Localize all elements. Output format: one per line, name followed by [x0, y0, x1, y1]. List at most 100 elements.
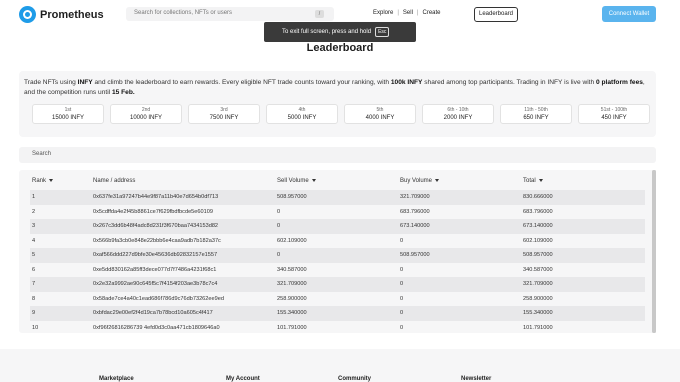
cell-buy-volume: 673.140000 [400, 223, 430, 229]
page-title: Leaderboard [306, 42, 374, 54]
table-row[interactable]: 5 0xaf566ddd227d9bfe30e45636db92832157e15… [30, 248, 645, 263]
col-sell-header[interactable]: Sell Volume [277, 178, 316, 184]
table-body: 1 0x637fe31a97247b44e9f87a11b40e7d654b0df… [30, 190, 645, 333]
cell-total: 101.791000 [523, 324, 553, 331]
cell-buy-volume: 683.796000 [400, 208, 430, 215]
cell-buy-volume: 0 [400, 310, 404, 316]
cell-rank: 5 [32, 252, 36, 258]
table-row[interactable]: 2 0x5cdffda4e2f45b8861ce7f629fbdfbcde5e60… [30, 205, 645, 220]
search-shortcut-key: / [315, 10, 324, 18]
connect-wallet-button[interactable]: Connect Wallet [602, 6, 656, 22]
col-rank-header[interactable]: Rank [32, 178, 54, 184]
prize-tier: 1st 15000 INFY [32, 104, 104, 124]
footer: Marketplace My Account Community Newslet… [0, 349, 680, 382]
col-total-header[interactable]: Total [523, 178, 543, 184]
footer-my-account[interactable]: My Account [226, 376, 260, 382]
cell-address: 0xbfdac29e00ef2f4d19ca7b78bcd10a605c4f41… [93, 310, 213, 316]
cell-buy-volume: 0 [400, 324, 404, 331]
cell-total: 340.587000 [523, 266, 553, 273]
prize-tier: 4th 5000 INFY [266, 104, 338, 124]
table-scrollbar[interactable] [652, 170, 656, 333]
leaderboard-table: Rank Name / address Sell Volume Buy Volu… [19, 170, 656, 333]
table-row[interactable]: 1 0x637fe31a97247b44e9f87a11b40e7d654b0df… [30, 190, 645, 205]
cell-buy-volume: 0 [400, 237, 404, 244]
sort-caret-icon [311, 178, 316, 182]
cell-rank: 6 [32, 266, 36, 273]
leaderboard-button[interactable]: Leaderboard [474, 7, 518, 22]
cell-total: 321.709000 [523, 281, 553, 287]
prize-tier: 6th - 10th 2000 INFY [422, 104, 494, 124]
nav-explore[interactable]: Explore [373, 10, 393, 16]
cell-sell-volume: 340.587000 [277, 266, 307, 273]
prize-tier: 11th - 50th 650 INFY [500, 104, 572, 124]
global-search-input[interactable]: Search for collections, NFTs or users / [126, 7, 334, 21]
cell-rank: 8 [32, 295, 36, 302]
cell-address: 0xf96f26816286739 4efd0d3c0aa471cb180964… [93, 324, 220, 331]
prize-tier: 5th 4000 INFY [344, 104, 416, 124]
cell-total: 508.957000 [523, 252, 553, 258]
logo-icon [19, 6, 36, 23]
cell-address: 0xaf566ddd227d9bfe30e45636db92832157e155… [93, 252, 218, 258]
prize-tiers: 1st 15000 INFY 2nd 10000 INFY 3rd 7500 INFY… [32, 104, 650, 124]
cell-sell-volume: 155.340000 [277, 310, 307, 316]
table-header: Rank Name / address Sell Volume Buy Volu… [19, 173, 656, 189]
table-row[interactable]: 8 0x58ade7ce4a40c1ead686f786d9c76db73262e… [30, 292, 645, 307]
table-row[interactable]: 7 0x2e32a9992ae90c645f5c7f4154f203ae3b78c… [30, 277, 645, 292]
cell-rank: 4 [32, 237, 36, 244]
col-name-header: Name / address [93, 178, 136, 184]
cell-rank: 10 [32, 324, 39, 331]
info-description: Trade NFTs using INFY and climb the lead… [24, 79, 645, 96]
toast-text: To exit full screen, press and hold [282, 29, 372, 35]
cell-rank: 3 [32, 223, 36, 229]
table-row[interactable]: 9 0xbfdac29e00ef2f4d19ca7b78bcd10a605c4f4… [30, 306, 645, 321]
cell-buy-volume: 508.957000 [400, 252, 430, 258]
cell-sell-volume: 602.109000 [277, 237, 307, 244]
table-row[interactable]: 10 0xf96f26816286739 4efd0d3c0aa471cb1809… [30, 321, 645, 334]
cell-sell-volume: 508.957000 [277, 194, 307, 200]
prize-tier: 2nd 10000 INFY [110, 104, 182, 124]
cell-buy-volume: 321.709000 [400, 194, 430, 200]
cell-total: 683.796000 [523, 208, 553, 215]
cell-total: 602.109000 [523, 237, 553, 244]
cell-sell-volume: 0 [277, 252, 281, 258]
main-nav: Explore | Sell | Create [373, 10, 441, 16]
footer-newsletter[interactable]: Newsletter [461, 376, 491, 382]
cell-rank: 9 [32, 310, 36, 316]
cell-rank: 1 [32, 194, 36, 200]
cell-total: 830.666000 [523, 194, 553, 200]
cell-buy-volume: 0 [400, 266, 404, 273]
cell-rank: 7 [32, 281, 36, 287]
cell-sell-volume: 0 [277, 223, 281, 229]
table-row[interactable]: 6 0xe5dd830162a85ff3dece077d7f7486a4231f6… [30, 263, 645, 278]
sort-caret-icon [435, 178, 440, 182]
cell-address: 0x566b9fa3cb0e848e22bbb6e4caa9adb7b182a3… [93, 237, 221, 244]
cell-address: 0x637fe31a97247b44e9f87a11b40e7d654b0df7… [93, 194, 219, 200]
cell-rank: 2 [32, 208, 36, 215]
nav-create[interactable]: Create [422, 10, 440, 16]
prize-tier: 3rd 7500 INFY [188, 104, 260, 124]
info-panel: Trade NFTs using INFY and climb the lead… [19, 71, 656, 137]
fullscreen-toast: To exit full screen, press and hold Esc [264, 22, 416, 42]
leaderboard-search-input[interactable]: Search [19, 147, 656, 163]
cell-address: 0x2e32a9992ae90c645f5c7f4154f203ae3b78c7… [93, 281, 218, 287]
brand-logo[interactable]: Prometheus [19, 6, 104, 23]
leaderboard-search-placeholder: Search [32, 151, 52, 157]
cell-address: 0x5cdffda4e2f45b8861ce7f629fbdfbcde5e601… [93, 208, 213, 215]
sort-caret-icon [49, 178, 54, 182]
cell-buy-volume: 0 [400, 295, 404, 302]
scrollbar-thumb[interactable] [652, 170, 656, 333]
sort-caret-icon [538, 178, 543, 182]
esc-key: Esc [375, 27, 390, 37]
footer-marketplace[interactable]: Marketplace [99, 376, 134, 382]
cell-total: 258.900000 [523, 295, 553, 302]
col-buy-header[interactable]: Buy Volume [400, 178, 440, 184]
cell-sell-volume: 101.791000 [277, 324, 307, 331]
nav-sell[interactable]: Sell [403, 10, 413, 16]
cell-sell-volume: 321.709000 [277, 281, 307, 287]
cell-buy-volume: 0 [400, 281, 404, 287]
footer-community[interactable]: Community [338, 376, 371, 382]
table-row[interactable]: 4 0x566b9fa3cb0e848e22bbb6e4caa9adb7b182a… [30, 234, 645, 249]
cell-total: 155.340000 [523, 310, 553, 316]
table-row[interactable]: 3 0x267c3dd6b48f4adc8d231f3f670baa7434153… [30, 219, 645, 234]
cell-address: 0x267c3dd6b48f4adc8d231f3f670baa7434153d… [93, 223, 219, 229]
